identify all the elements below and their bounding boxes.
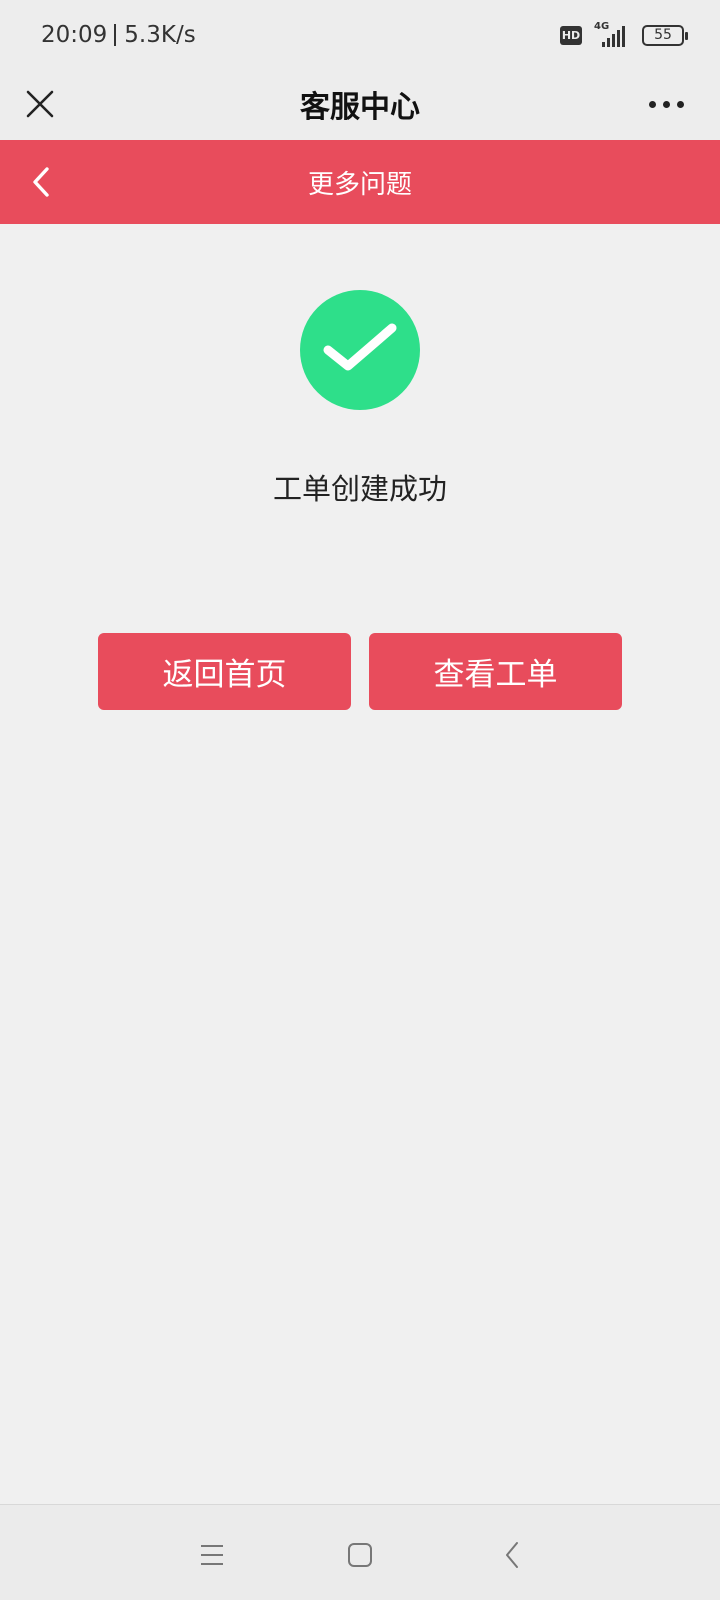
view-ticket-button[interactable]: 查看工单 (369, 633, 622, 710)
close-icon (26, 90, 54, 118)
sub-header: 更多问题 (0, 140, 720, 224)
signal-bars (602, 26, 625, 47)
status-separator (114, 24, 117, 46)
home-icon (348, 1543, 372, 1567)
more-icon-dot (649, 100, 656, 108)
back-icon (506, 1542, 518, 1568)
success-message: 工单创建成功 (272, 472, 447, 506)
nav-menu-button[interactable] (188, 1531, 236, 1579)
net-speed: 5.3K/s (124, 22, 196, 48)
title-bar: 客服中心 (0, 68, 720, 140)
page-title: 客服中心 (300, 90, 420, 125)
more-icon-dot (663, 100, 670, 108)
sub-header-title: 更多问题 (307, 169, 412, 200)
system-nav-bar (0, 1504, 720, 1600)
more-button[interactable] (622, 84, 694, 124)
back-to-home-button[interactable]: 返回首页 (98, 633, 351, 710)
hd-icon: HD (560, 25, 582, 45)
battery-level: 55 (654, 27, 672, 43)
clock: 20:09 (41, 22, 108, 48)
more-icon-dot (677, 100, 684, 108)
status-bar: 20:09 5.3K/s HD 4G 55 (0, 0, 720, 68)
nav-home-button[interactable] (336, 1531, 384, 1579)
back-button[interactable] (18, 158, 66, 206)
menu-icon (201, 1545, 223, 1565)
success-badge (300, 290, 420, 410)
battery-icon: 55 (642, 24, 688, 46)
checkmark-icon (323, 323, 397, 371)
nav-back-button[interactable] (488, 1531, 536, 1579)
close-button[interactable] (18, 82, 62, 126)
chevron-left-icon (33, 167, 49, 197)
status-right: HD 4G 55 (560, 20, 688, 50)
status-left: 20:09 5.3K/s (41, 18, 196, 52)
signal-icon: 4G (592, 21, 632, 49)
